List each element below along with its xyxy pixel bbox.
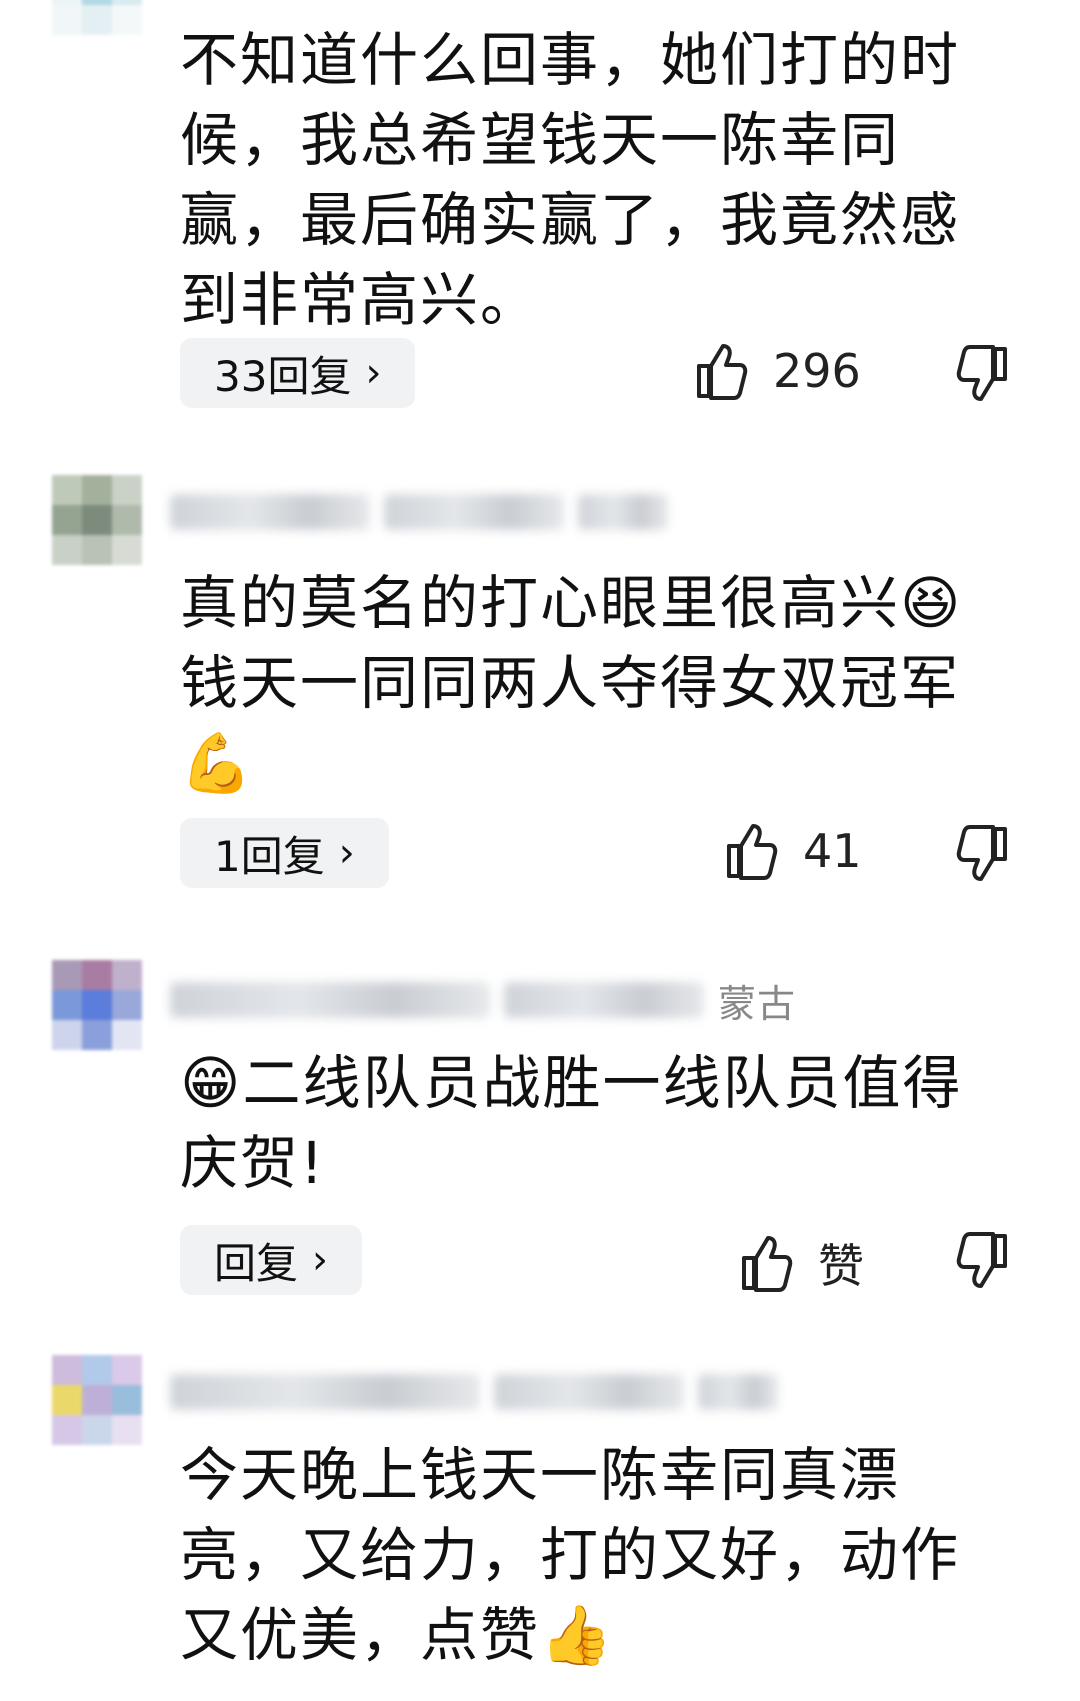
like-button[interactable]: 赞	[740, 1230, 864, 1296]
username-blurred[interactable]	[170, 982, 490, 1018]
chevron-right-icon: ›	[365, 350, 382, 396]
avatar-pixel	[82, 535, 112, 565]
comment-text: 😁二线队员战胜一线队员值得 庆贺!	[180, 1049, 963, 1197]
meta-blurred	[578, 494, 668, 530]
avatar-pixel	[52, 475, 82, 505]
avatar-pixel	[112, 1385, 142, 1415]
avatar-pixel	[112, 1415, 142, 1445]
dislike-button[interactable]	[955, 1232, 1009, 1290]
meta-blurred	[384, 494, 564, 530]
thumbs-down-icon	[955, 825, 1009, 883]
avatar-pixel	[52, 535, 82, 565]
meta-blurred	[494, 1374, 684, 1410]
avatar[interactable]	[52, 475, 142, 565]
avatar-pixel	[82, 990, 112, 1020]
avatar-pixel	[112, 505, 142, 535]
avatar-pixel	[82, 1020, 112, 1050]
thumbs-up-icon	[740, 1234, 794, 1292]
avatar-pixel	[52, 1355, 82, 1385]
comment-text: 不知道什么回事，她们打的时 候，我总希望钱天一陈幸同 赢，最后确实赢了，我竟然感…	[180, 26, 961, 334]
avatar-pixel	[52, 960, 82, 990]
avatar-pixel	[52, 505, 82, 535]
comment-meta	[170, 490, 668, 534]
like-button[interactable]: 41	[725, 822, 862, 880]
comment-text: 真的莫名的打心眼里很高兴😆 钱天一同同两人夺得女双冠军 💪	[180, 569, 963, 797]
thumbs-down-icon	[955, 1232, 1009, 1290]
avatar-pixel	[52, 1020, 82, 1050]
avatar-pixel	[52, 990, 82, 1020]
avatar-pixel	[52, 5, 82, 35]
comment-meta: 蒙古	[170, 978, 796, 1026]
meta-blurred	[504, 982, 704, 1018]
avatar[interactable]	[52, 960, 142, 1050]
avatar-pixel	[82, 1415, 112, 1445]
avatar-pixel	[82, 960, 112, 990]
avatar-pixel	[112, 475, 142, 505]
avatar-pixel	[82, 5, 112, 35]
avatar-pixel	[112, 1020, 142, 1050]
avatar-pixel	[112, 5, 142, 35]
thumbs-down-icon	[955, 345, 1009, 403]
meta-blurred	[698, 1374, 778, 1410]
username-blurred[interactable]	[170, 1374, 480, 1410]
chevron-right-icon: ›	[338, 830, 355, 876]
dislike-button[interactable]	[955, 825, 1009, 883]
avatar-pixel	[82, 505, 112, 535]
grinning-emoji-icon: 😁	[180, 1049, 243, 1117]
reply-button[interactable]: 33回复 ›	[180, 338, 416, 408]
avatar-pixel	[112, 960, 142, 990]
avatar[interactable]	[52, 0, 142, 35]
avatar-pixel	[52, 1415, 82, 1445]
comment-text: 今天晚上钱天一陈幸同真漂 亮，又给力，打的又好，动作 又优美，点赞👍	[180, 1441, 961, 1669]
dislike-button[interactable]	[955, 345, 1009, 403]
avatar-pixel	[112, 535, 142, 565]
reply-button[interactable]: 回复 ›	[180, 1225, 363, 1295]
comment-meta	[170, 1370, 778, 1414]
username-blurred[interactable]	[170, 494, 370, 530]
avatar-pixel	[82, 475, 112, 505]
location-label: 蒙古	[718, 981, 797, 1026]
avatar-pixel	[112, 990, 142, 1020]
chevron-right-icon: ›	[312, 1237, 329, 1283]
avatar-pixel	[82, 1355, 112, 1385]
flexed-biceps-emoji-icon: 💪	[180, 729, 255, 797]
thumbs-up-emoji-icon: 👍	[540, 1601, 615, 1669]
avatar-pixel	[112, 1355, 142, 1385]
like-button[interactable]: 296	[695, 342, 861, 400]
reply-button[interactable]: 1回复 ›	[180, 818, 389, 888]
avatar-pixel	[52, 1385, 82, 1415]
thumbs-up-icon	[695, 342, 749, 400]
avatar[interactable]	[52, 1355, 142, 1445]
laughing-emoji-icon: 😆	[900, 569, 963, 637]
thumbs-up-icon	[725, 822, 779, 880]
avatar-pixel	[82, 1385, 112, 1415]
